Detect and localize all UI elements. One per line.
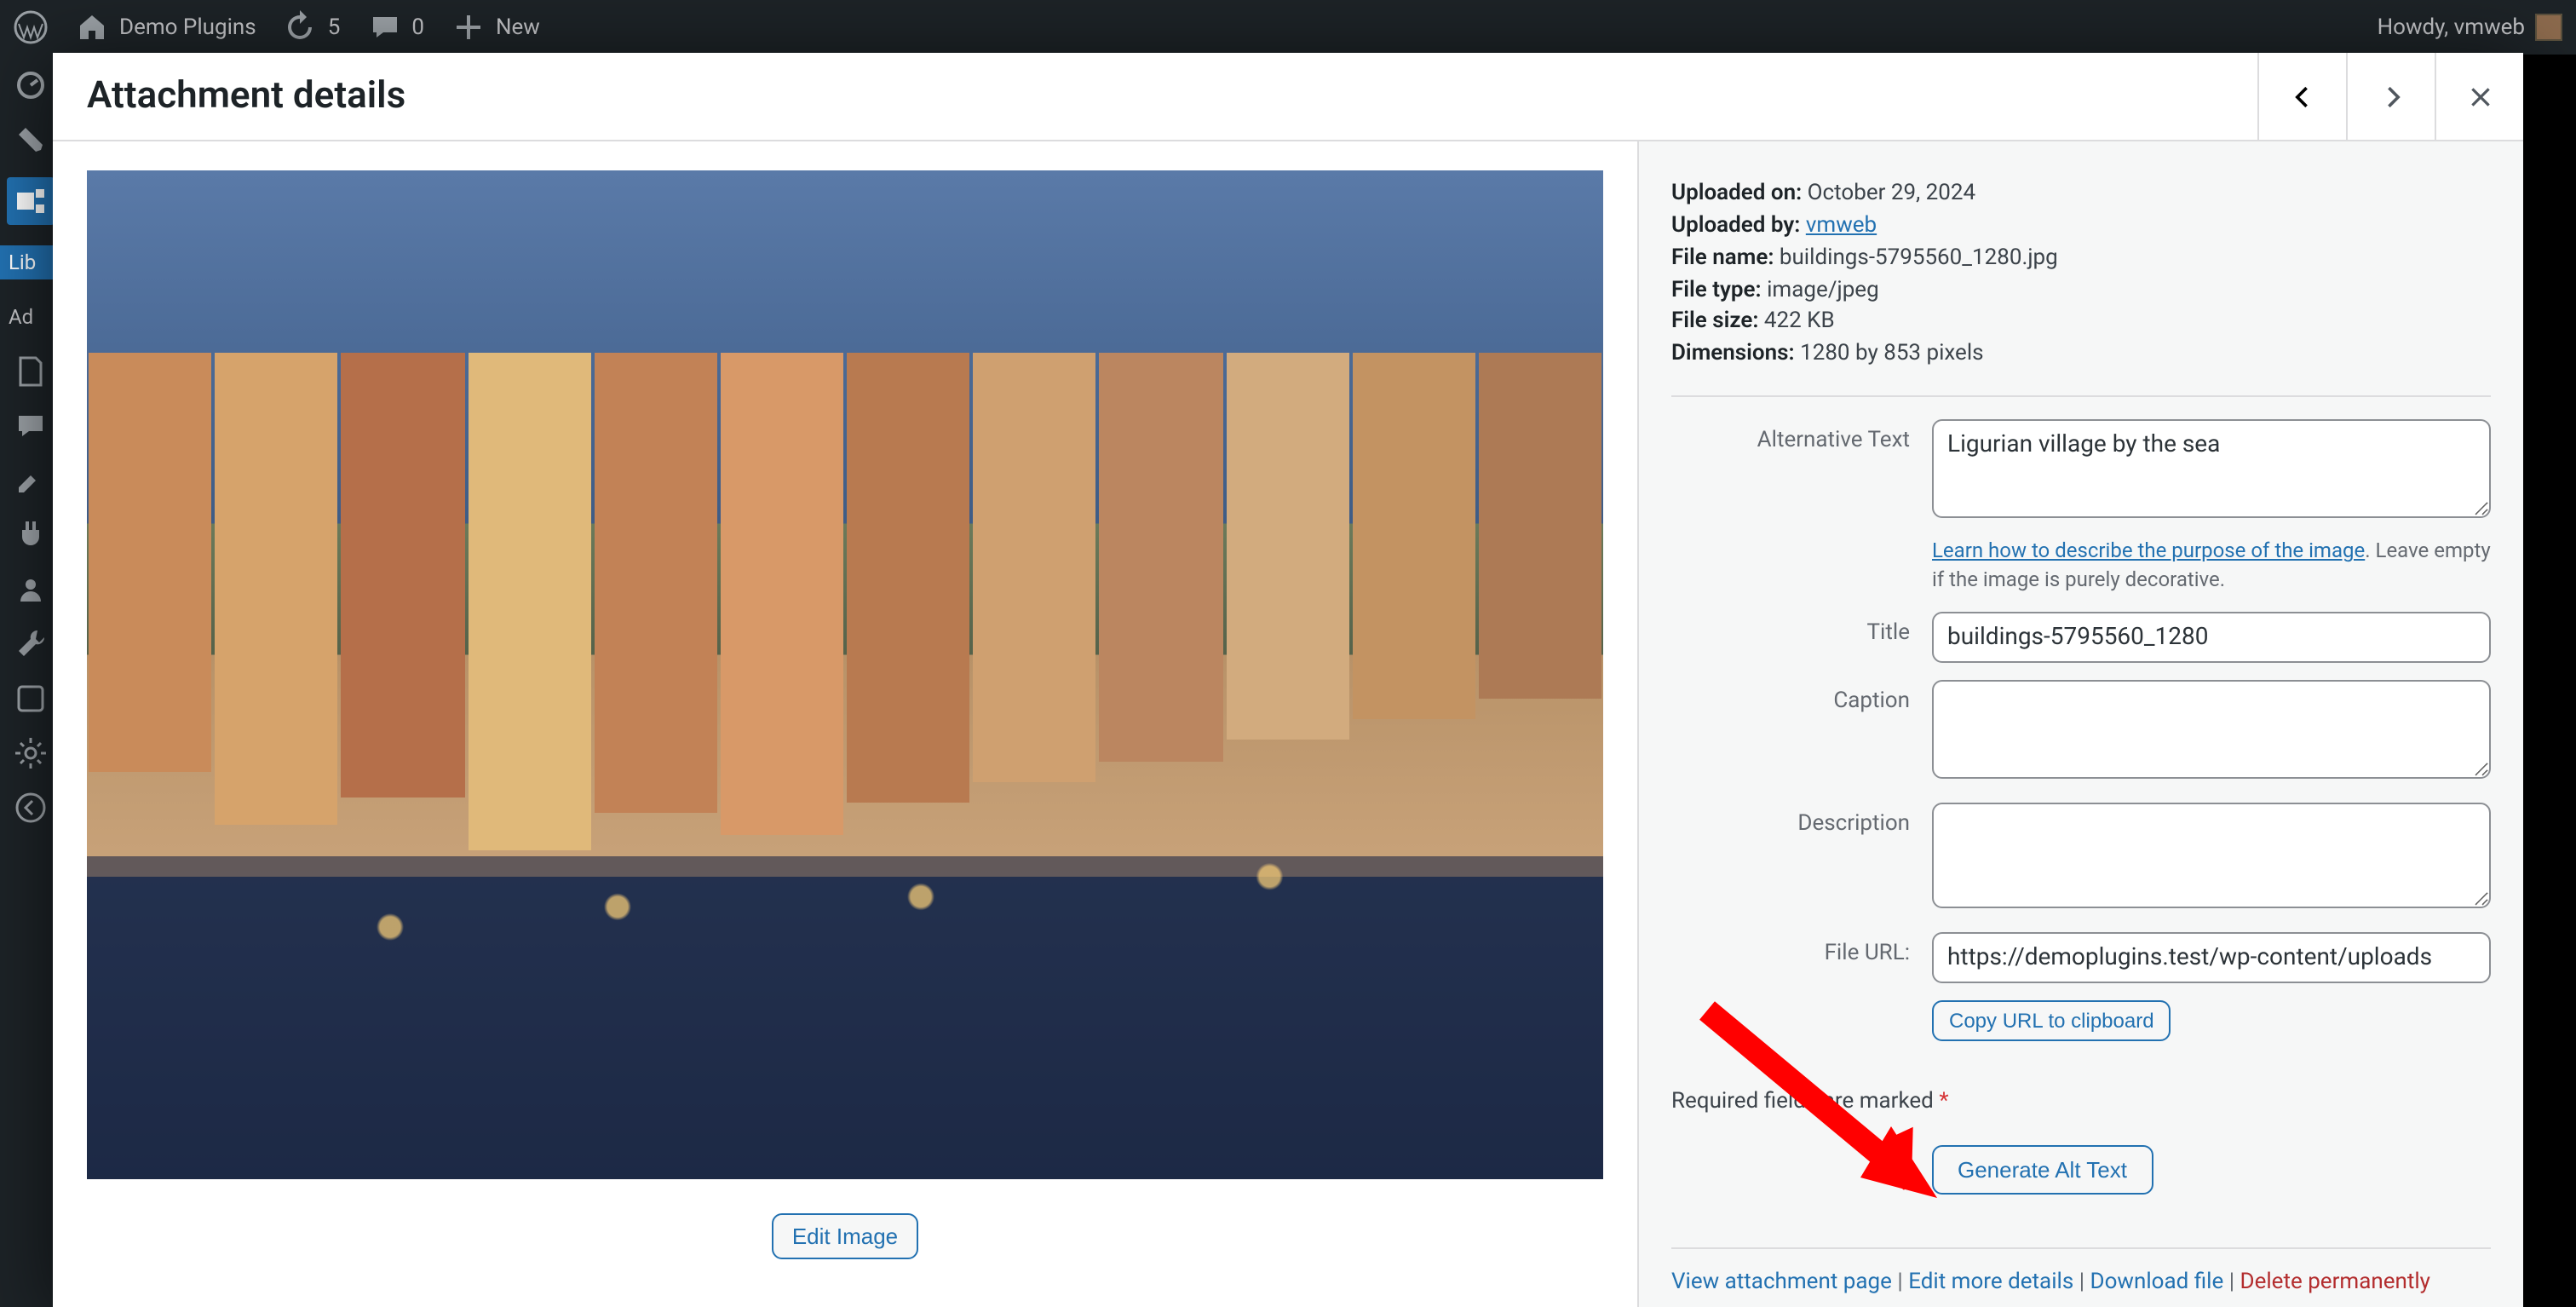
chevron-left-icon xyxy=(2287,81,2318,112)
modal-title: Attachment details xyxy=(87,75,405,118)
uploaded-by-link[interactable]: vmweb xyxy=(1806,213,1877,239)
avatar xyxy=(2535,14,2562,41)
title-input[interactable] xyxy=(1932,611,2491,662)
attachment-details-modal: Attachment details xyxy=(53,53,2523,1307)
dimensions-value: 1280 by 853 pixels xyxy=(1800,341,1984,366)
uploaded-on-label: Uploaded on: xyxy=(1671,181,1802,206)
file-name-value: buildings-5795560_1280.jpg xyxy=(1780,245,2058,270)
chevron-right-icon xyxy=(2376,81,2406,112)
tools-icon[interactable] xyxy=(14,627,48,661)
title-label: Title xyxy=(1671,611,1910,645)
appearance-icon[interactable] xyxy=(14,463,48,498)
file-url-label: File URL: xyxy=(1671,931,1910,965)
file-name-label: File name: xyxy=(1671,245,1774,270)
comments-link[interactable]: 0 xyxy=(367,10,424,44)
comments-menu-icon[interactable] xyxy=(14,409,48,443)
alt-text-label: Alternative Text xyxy=(1671,419,1910,453)
download-file-link[interactable]: Download file xyxy=(2090,1270,2224,1295)
plus-icon xyxy=(451,10,486,44)
attachment-image xyxy=(87,170,1603,1179)
next-button[interactable] xyxy=(2346,53,2435,140)
close-button[interactable] xyxy=(2435,53,2523,140)
uploaded-by-label: Uploaded by: xyxy=(1671,213,1800,239)
admin-bar: Demo Plugins 5 0 New Howdy, vmweb xyxy=(0,0,2576,55)
update-icon xyxy=(284,10,318,44)
collapse-icon[interactable] xyxy=(14,791,48,825)
pages-icon[interactable] xyxy=(14,354,48,389)
comment-icon xyxy=(367,10,401,44)
site-name: Demo Plugins xyxy=(119,14,256,40)
home-icon xyxy=(75,10,109,44)
media-preview-panel: Edit Image xyxy=(53,141,1639,1307)
attachment-meta: Uploaded on: October 29, 2024 Uploaded b… xyxy=(1671,179,2491,397)
caption-input[interactable] xyxy=(1932,679,2491,778)
description-label: Description xyxy=(1671,802,1910,836)
alt-text-input[interactable]: Ligurian village by the sea xyxy=(1932,419,2491,518)
close-icon xyxy=(2466,83,2493,110)
file-size-value: 422 KB xyxy=(1764,309,1835,335)
dimensions-label: Dimensions: xyxy=(1671,341,1795,366)
details-panel: Uploaded on: October 29, 2024 Uploaded b… xyxy=(1639,141,2523,1307)
users-icon[interactable] xyxy=(14,573,48,607)
file-type-label: File type: xyxy=(1671,277,1762,302)
prev-button[interactable] xyxy=(2257,53,2346,140)
required-note: Required fields are marked * xyxy=(1671,1088,2491,1114)
generic-icon[interactable] xyxy=(14,682,48,716)
updates-link[interactable]: 5 xyxy=(284,10,341,44)
new-label: New xyxy=(496,14,540,40)
updates-count: 5 xyxy=(328,14,341,40)
comments-count: 0 xyxy=(411,14,424,40)
uploaded-on-value: October 29, 2024 xyxy=(1808,181,1975,206)
edit-image-button[interactable]: Edit Image xyxy=(772,1213,918,1259)
file-type-value: image/jpeg xyxy=(1767,277,1879,302)
wordpress-icon xyxy=(14,10,48,44)
dashboard-icon[interactable] xyxy=(14,68,48,102)
generate-alt-text-button[interactable]: Generate Alt Text xyxy=(1932,1144,2153,1194)
plugins-icon[interactable] xyxy=(14,518,48,552)
caption-label: Caption xyxy=(1671,679,1910,713)
attachment-actions: View attachment page | Edit more details… xyxy=(1671,1247,2491,1295)
file-size-label: File size: xyxy=(1671,309,1758,335)
howdy-text: Howdy, vmweb xyxy=(2378,14,2525,40)
copy-url-button[interactable]: Copy URL to clipboard xyxy=(1932,999,2171,1040)
file-url-input[interactable] xyxy=(1932,931,2491,982)
alt-help-link[interactable]: Learn how to describe the purpose of the… xyxy=(1932,538,2365,562)
media-icon[interactable] xyxy=(7,177,55,225)
new-link[interactable]: New xyxy=(451,10,540,44)
posts-icon[interactable] xyxy=(14,123,48,157)
site-link[interactable]: Demo Plugins xyxy=(75,10,256,44)
delete-permanently-link[interactable]: Delete permanently xyxy=(2240,1270,2431,1295)
wp-logo[interactable] xyxy=(14,10,48,44)
settings-icon[interactable] xyxy=(14,736,48,770)
account-link[interactable]: Howdy, vmweb xyxy=(2378,14,2562,41)
required-asterisk: * xyxy=(1939,1088,1948,1114)
description-input[interactable] xyxy=(1932,802,2491,907)
edit-more-link[interactable]: Edit more details xyxy=(1908,1270,2073,1295)
view-attachment-link[interactable]: View attachment page xyxy=(1671,1270,1892,1295)
